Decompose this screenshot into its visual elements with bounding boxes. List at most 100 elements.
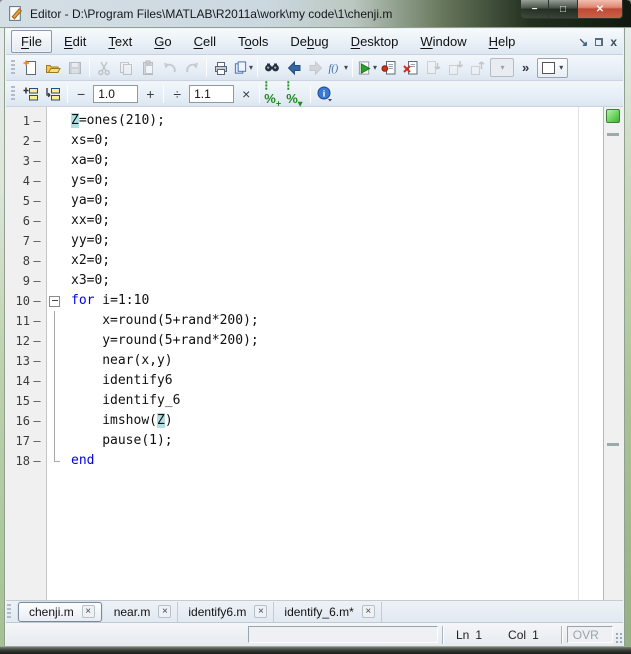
breakpoint-dash[interactable]: – [30, 131, 44, 151]
breakpoint-dash[interactable]: – [30, 191, 44, 211]
fold-margin [47, 111, 63, 131]
menu-edit[interactable]: Edit [54, 30, 96, 53]
code-ok-indicator[interactable] [606, 109, 620, 123]
breakpoint-dash[interactable]: – [30, 211, 44, 231]
window-border-bottom [0, 646, 631, 654]
tab-close-icon[interactable]: × [254, 605, 268, 618]
maximize-button[interactable]: □ [549, 0, 577, 19]
new-file-button[interactable] [20, 57, 42, 79]
menu-debug[interactable]: Debug [280, 30, 338, 53]
code-line-17: pause(1); [47, 431, 603, 451]
tab-close-icon[interactable]: × [81, 605, 95, 618]
dock-icon[interactable]: ↘ [578, 36, 588, 48]
breakpoint-dash[interactable]: – [30, 111, 44, 131]
fold-margin [47, 151, 63, 171]
tabbar-grip[interactable] [7, 603, 11, 620]
fold-margin [47, 131, 63, 151]
menu-desktop[interactable]: Desktop [341, 30, 409, 53]
code-line-7: yy=0; [47, 231, 603, 251]
tab-close-icon[interactable]: × [158, 605, 172, 618]
breakpoint-dash[interactable]: – [30, 331, 44, 351]
clear-breakpoints-button[interactable] [400, 57, 422, 79]
go-back-button[interactable] [283, 57, 305, 79]
breakpoint-dash[interactable]: – [30, 371, 44, 391]
publish-button[interactable]: ▾ [232, 57, 254, 79]
function-browser-button[interactable]: f() ▾ [327, 57, 349, 79]
line-number: 9 [22, 274, 30, 288]
increment-value-field[interactable] [93, 84, 139, 103]
breakpoint-dash[interactable]: – [30, 171, 44, 191]
toolbar-grip[interactable] [11, 85, 15, 102]
fold-toggle-icon[interactable] [47, 291, 63, 311]
info-icon[interactable]: i [314, 83, 336, 105]
print-button[interactable] [210, 57, 232, 79]
menu-file[interactable]: File [11, 30, 52, 53]
breakpoint-dash[interactable]: – [30, 391, 44, 411]
window-border-right [624, 28, 631, 646]
tab-near-m[interactable]: near.m × [104, 601, 179, 622]
tab-identify6-m[interactable]: identify6.m × [178, 601, 275, 622]
minimize-button[interactable]: − [520, 0, 549, 19]
breakpoint-dash[interactable]: – [30, 231, 44, 251]
breakpoint-dash[interactable]: – [30, 271, 44, 291]
resize-grip[interactable] [614, 631, 622, 644]
menu-go[interactable]: Go [144, 30, 181, 53]
breakpoint-dash[interactable]: – [30, 291, 44, 311]
run-button[interactable]: ▾ [356, 57, 378, 79]
code-line-10: for i=1:10 [47, 291, 603, 311]
tab-close-icon[interactable]: × [361, 605, 375, 618]
breakpoint-dash[interactable]: – [30, 311, 44, 331]
multiply-value-field[interactable] [189, 84, 235, 103]
menu-cell[interactable]: Cell [184, 30, 226, 53]
toolbar-grip[interactable] [11, 59, 15, 76]
breakpoint-dash[interactable]: – [30, 251, 44, 271]
menu-text[interactable]: Text [98, 30, 142, 53]
breakpoint-dash[interactable]: – [30, 411, 44, 431]
code-line-15: identify_6 [47, 391, 603, 411]
restore-icon[interactable] [595, 37, 604, 46]
fold-margin [47, 231, 63, 251]
menu-bar: File Edit Text Go Cell Tools Debug Desktop Windo… [6, 29, 623, 55]
toolbar-overflow-chevron[interactable]: » [522, 60, 529, 75]
insert-cell-divider-icon[interactable] [20, 83, 42, 105]
tab-chenji-m[interactable]: chenji.m × [18, 601, 102, 622]
breakpoint-dash[interactable]: – [30, 431, 44, 451]
code-pane[interactable]: Z=ones(210); xs=0; xa=0; ys=0; ya=0; xx=0; yy=… [47, 107, 603, 600]
find-button[interactable] [261, 57, 283, 79]
tab-label: identify_6.m* [284, 604, 354, 619]
set-breakpoint-button[interactable] [378, 57, 400, 79]
close-button[interactable]: ✕ [577, 0, 623, 19]
menu-window[interactable]: Window [410, 30, 476, 53]
menu-tools[interactable]: Tools [228, 30, 278, 53]
breakpoint-dash[interactable]: – [30, 451, 44, 471]
code-line-12: y=round(5+rand*200); [47, 331, 603, 351]
tab-identify-6-m-[interactable]: identify_6.m* × [274, 601, 382, 622]
close-icon[interactable]: x [610, 35, 617, 49]
line-number: 17 [15, 434, 30, 448]
insert-cell-around-icon[interactable] [42, 83, 64, 105]
title-bar: Editor - D:\Program Files\MATLAB\R2011a\… [0, 0, 631, 28]
eval-cell-advance-icon[interactable]: ⁝%▾ [285, 79, 307, 108]
menu-help[interactable]: Help [479, 30, 526, 53]
divide-button[interactable]: ÷ [167, 83, 187, 105]
increment-button[interactable]: + [140, 83, 160, 105]
go-forward-button [305, 57, 327, 79]
code-line-3: xa=0; [47, 151, 603, 171]
line-number: 11 [15, 314, 30, 328]
decrement-button[interactable]: − [71, 83, 91, 105]
line-number: 12 [15, 334, 30, 348]
breakpoint-dash[interactable]: – [30, 351, 44, 371]
tab-label: near.m [113, 604, 151, 619]
open-button[interactable] [42, 57, 64, 79]
status-bar: Ln 1 Col 1 OVR [6, 622, 623, 646]
line-number: 8 [22, 254, 30, 268]
fold-margin [47, 391, 63, 411]
fold-margin [47, 311, 63, 331]
message-marker[interactable] [607, 133, 619, 136]
message-marker[interactable] [607, 443, 619, 446]
stack-dropdown: ▾ [490, 58, 514, 77]
breakpoint-dash[interactable]: – [30, 151, 44, 171]
stack-combo[interactable]: ▾ [537, 57, 569, 78]
multiply-button[interactable]: × [236, 83, 256, 105]
eval-cell-icon[interactable]: ⁝%+ [263, 79, 285, 108]
